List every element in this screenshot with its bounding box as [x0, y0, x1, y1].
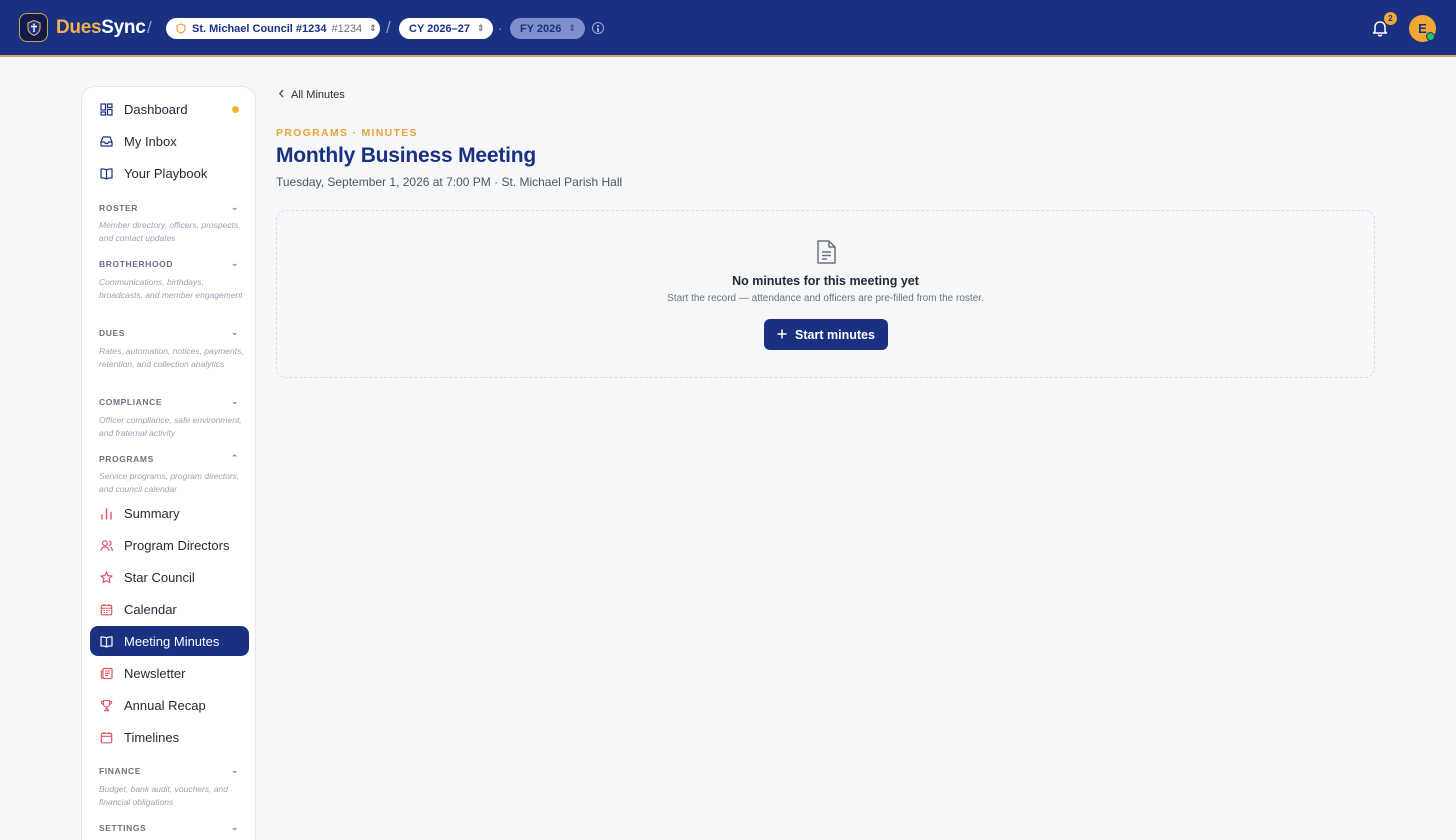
brand-name[interactable]: DuesSync	[56, 17, 146, 39]
book-open-icon	[100, 635, 113, 648]
bar-chart-icon	[100, 507, 113, 520]
brand-part-sync: Sync	[101, 17, 146, 38]
chevron-down-icon: ⌄	[230, 258, 239, 268]
page-title: Monthly Business Meeting	[276, 144, 537, 167]
chevron-updown-icon: ⇕	[476, 23, 485, 33]
section-title: BROTHERHOOD	[99, 259, 174, 269]
back-link-label: All Minutes	[291, 89, 345, 101]
section-settings[interactable]: SETTINGS ⌄	[99, 822, 241, 833]
breadcrumb-separator: /	[386, 18, 391, 37]
year-selector-label: CY 2026–27	[409, 22, 470, 35]
chevron-updown-icon: ⇕	[568, 23, 576, 33]
section-title: FINANCE	[99, 766, 141, 776]
logo-icon[interactable]	[19, 13, 48, 42]
start-minutes-button[interactable]: Start minutes	[764, 319, 888, 350]
sidebar-item-label: Meeting Minutes	[124, 633, 220, 649]
sidebar-item-label: Newsletter	[124, 665, 186, 681]
brand-part-dues: Dues	[56, 17, 102, 38]
sidebar-item-dashboard[interactable]: Dashboard	[90, 94, 249, 124]
chevron-down-icon: ⌄	[230, 327, 239, 337]
sidebar-item-program-directors[interactable]: Program Directors	[90, 530, 249, 560]
newspaper-icon	[100, 667, 113, 680]
chevron-left-icon	[278, 89, 285, 101]
council-name: St. Michael Council #1234	[192, 22, 327, 35]
sidebar-item-label: Timelines	[124, 729, 180, 745]
empty-state-card: No minutes for this meeting yet Start th…	[276, 210, 1375, 378]
section-roster[interactable]: ROSTER ⌄	[99, 202, 241, 213]
empty-state-title: No minutes for this meeting yet	[732, 274, 919, 288]
section-title: PROGRAMS	[99, 454, 154, 464]
info-icon[interactable]	[592, 22, 604, 34]
sidebar-item-label: Calendar	[124, 601, 177, 617]
sidebar-item-playbook[interactable]: Your Playbook	[90, 158, 249, 188]
fiscal-year-selector[interactable]: FY 2026 ⇕	[510, 18, 585, 39]
sidebar-item-star-council[interactable]: Star Council	[90, 562, 249, 592]
document-icon	[816, 239, 837, 270]
section-compliance[interactable]: COMPLIANCE ⌄	[99, 396, 241, 407]
section-description: Service programs, program directors, and…	[99, 471, 240, 494]
chevron-up-icon: ⌃	[230, 453, 239, 463]
sidebar-item-inbox[interactable]: My Inbox	[90, 126, 249, 156]
separator-dot: ·	[498, 20, 503, 36]
dashboard-icon	[100, 102, 113, 116]
section-title: SETTINGS	[99, 823, 147, 833]
calendar-icon	[100, 603, 113, 616]
plus-icon	[777, 328, 787, 342]
online-status-dot	[1426, 32, 1435, 41]
sidebar-item-calendar[interactable]: Calendar	[90, 594, 249, 624]
section-description: Member directory, officers, prospects, a…	[99, 220, 241, 243]
calendar-icon	[100, 731, 113, 744]
sidebar-item-label: Annual Recap	[124, 697, 206, 713]
book-icon	[100, 167, 113, 180]
year-selector[interactable]: CY 2026–27 ⇕	[399, 18, 493, 39]
section-finance[interactable]: FINANCE ⌄	[99, 765, 241, 776]
sidebar-item-newsletter[interactable]: Newsletter	[90, 658, 249, 688]
section-programs[interactable]: PROGRAMS ⌃	[99, 453, 241, 464]
inbox-icon	[100, 135, 113, 148]
sidebar-item-summary[interactable]: Summary	[90, 498, 249, 528]
attention-dot	[232, 106, 239, 113]
sidebar-item-label: Your Playbook	[124, 165, 208, 181]
sidebar-item-annual-recap[interactable]: Annual Recap	[90, 690, 249, 720]
breadcrumb-separator: /	[147, 18, 152, 37]
meeting-details: Tuesday, September 1, 2026 at 7:00 PM · …	[276, 175, 623, 189]
top-bar: DuesSync / St. Michael Council #1234 #12…	[0, 0, 1456, 57]
chevron-updown-icon: ⇕	[369, 23, 377, 33]
sidebar-item-label: Dashboard	[124, 101, 188, 117]
section-description: Budget, bank audit, vouchers, and financ…	[99, 784, 229, 807]
sidebar: Dashboard My Inbox Your Playbook ROSTER ⌄…	[81, 86, 256, 840]
page-eyebrow: PROGRAMS · MINUTES	[276, 127, 418, 139]
shield-icon	[176, 23, 186, 34]
chevron-down-icon: ⌄	[230, 822, 239, 832]
sidebar-item-label: Star Council	[124, 569, 195, 585]
empty-state-description: Start the record — attendance and office…	[667, 293, 984, 304]
sidebar-item-timelines[interactable]: Timelines	[90, 722, 249, 752]
notification-badge: 2	[1384, 12, 1397, 25]
start-minutes-label: Start minutes	[795, 327, 875, 342]
council-number: #1234	[331, 22, 363, 35]
section-dues[interactable]: DUES ⌄	[99, 327, 241, 338]
section-description: Rates, automation, notices, payments, re…	[99, 346, 244, 369]
council-selector[interactable]: St. Michael Council #1234 #1234 ⇕	[166, 18, 380, 39]
section-brotherhood[interactable]: BROTHERHOOD ⌄	[99, 258, 241, 269]
fiscal-year-label: FY 2026	[520, 22, 562, 35]
section-description: Officer compliance, safe environment, an…	[99, 415, 242, 438]
star-icon	[100, 570, 113, 584]
users-icon	[100, 539, 113, 552]
sidebar-item-label: My Inbox	[124, 133, 177, 149]
chevron-down-icon: ⌄	[230, 396, 239, 406]
back-link[interactable]: All Minutes	[278, 89, 345, 101]
sidebar-item-label: Program Directors	[124, 537, 230, 553]
section-title: ROSTER	[99, 203, 139, 213]
sidebar-item-label: Summary	[124, 505, 180, 521]
section-title: DUES	[99, 328, 126, 338]
trophy-icon	[100, 699, 113, 712]
chevron-down-icon: ⌄	[230, 765, 239, 775]
sidebar-item-meeting-minutes[interactable]: Meeting Minutes	[90, 626, 249, 656]
section-title: COMPLIANCE	[99, 397, 163, 407]
section-description: Communications, birthdays, broadcasts, a…	[99, 277, 243, 300]
chevron-down-icon: ⌄	[230, 202, 239, 212]
